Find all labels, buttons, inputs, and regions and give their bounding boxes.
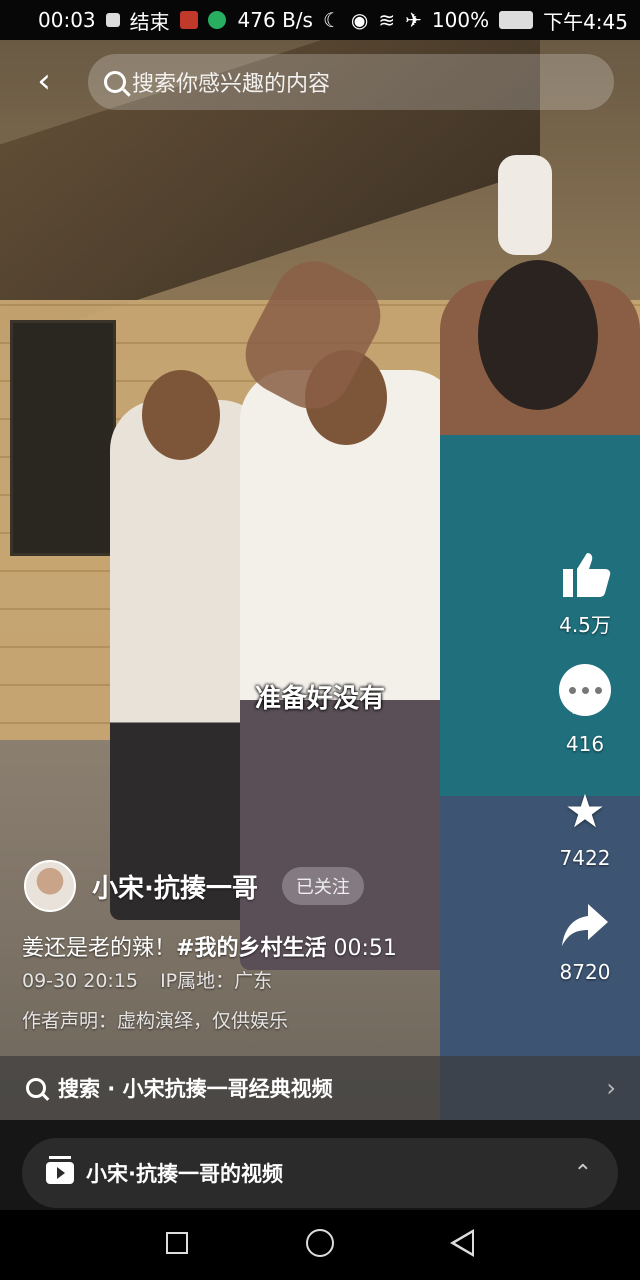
comment-icon [559,664,611,716]
author-row: 小宋·抗揍一哥 已关注 [24,860,364,912]
favorite-count: 7422 [559,846,611,870]
recent-apps-button[interactable] [166,1232,188,1254]
related-search-text: 搜索 · 小宋抗揍一哥经典视频 [58,1077,333,1101]
hanging-bottle [498,155,552,255]
battery-icon [499,11,534,29]
bottom-panel: 小宋·抗揍一哥的视频 ⌃ [0,1120,640,1210]
like-count: 4.5万 [559,613,611,637]
battery-percent: 100% [431,8,490,32]
notification-icon [105,13,120,27]
like-button[interactable]: 4.5万 [556,545,614,638]
hashtag-link[interactable]: #我的乡村生活 [176,936,326,961]
search-icon [104,71,126,93]
app-notification-icon-2 [207,11,226,29]
search-placeholder: 搜索你感兴趣的内容 [132,72,331,97]
comment-button[interactable]: 416 [559,664,611,756]
follow-status-button[interactable]: 已关注 [281,867,364,905]
status-time: 00:03 [38,8,96,32]
moon-icon: ☾ [322,8,341,32]
status-bar: 00:03 结束 476 B/s ☾ ◉ ≋ ✈ 100% 下午4:45 [0,0,640,40]
shop-window [10,320,116,556]
avatar[interactable] [24,860,76,912]
share-count: 8720 [559,960,611,984]
video-collection-icon [46,1156,74,1184]
related-search-bar[interactable]: 搜索 · 小宋抗揍一哥经典视频 › [0,1056,640,1120]
chevron-right-icon: › [606,1074,616,1102]
status-app-label: 结束 [129,9,170,34]
eye-icon: ◉ [350,8,369,32]
search-bar[interactable]: 搜索你感兴趣的内容 [88,54,614,110]
chevron-up-icon: ⌃ [573,1160,592,1186]
wifi-icon: ≋ [378,8,396,32]
ip-location: IP属地：广东 [160,970,273,992]
thumbs-up-icon [556,545,614,603]
collection-bar[interactable]: 小宋·抗揍一哥的视频 ⌃ [22,1138,618,1208]
clock: 下午4:45 [543,9,628,34]
airplane-icon: ✈ [405,8,422,32]
app-notification-icon [179,11,198,29]
back-button[interactable]: ‹ [26,64,62,100]
chevron-left-icon: ‹ [37,61,51,101]
comment-count: 416 [565,732,605,756]
author-disclaimer: 作者声明：虚构演绎，仅供娱乐 [22,1010,289,1032]
caption-text: 姜还是老的辣！ [22,936,177,961]
search-icon [26,1078,46,1098]
back-nav-button[interactable] [450,1229,474,1257]
action-column: 4.5万 416 ★ 7422 8720 [540,545,630,1010]
share-button[interactable]: 8720 [556,896,614,984]
person-right-head [478,260,598,410]
post-date: 09-30 20:15 [22,970,139,992]
share-arrow-icon [556,896,614,954]
star-icon: ★ [564,784,606,838]
video-caption: 姜还是老的辣！#我的乡村生活 00:51 [22,930,397,962]
post-meta: 09-30 20:15 IP属地：广东 [22,966,288,993]
person-left-head [142,370,220,460]
collection-text: 小宋·抗揍一哥的视频 [86,1162,283,1186]
home-button[interactable] [306,1229,334,1257]
network-speed: 476 B/s [237,8,313,32]
author-name[interactable]: 小宋·抗揍一哥 [92,868,258,905]
system-nav-bar [0,1210,640,1280]
video-duration: 00:51 [333,936,397,961]
favorite-button[interactable]: ★ 7422 [556,782,614,870]
